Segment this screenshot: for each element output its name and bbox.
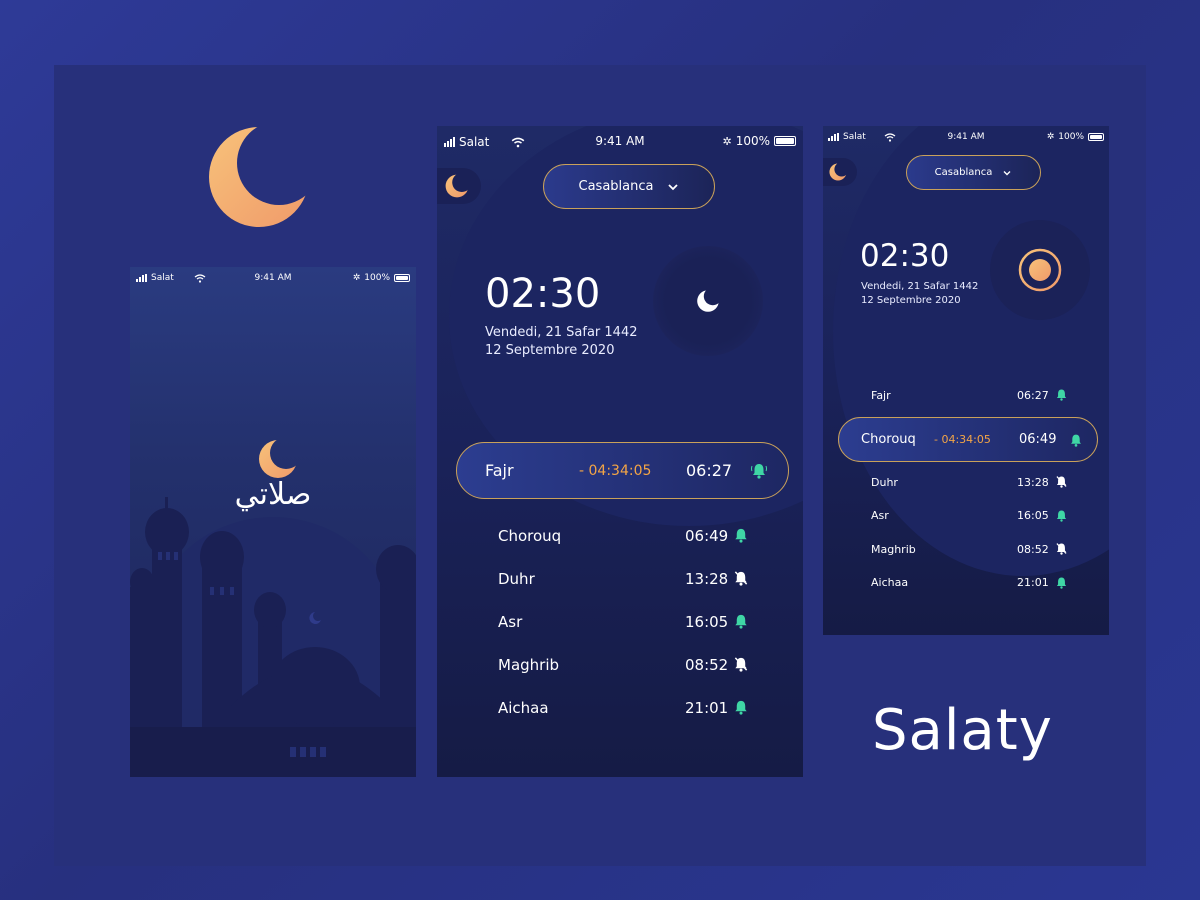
prayer-name: Maghrib xyxy=(871,542,916,556)
current-time: 02:30 xyxy=(485,271,601,317)
battery-label: 100% xyxy=(364,273,390,283)
battery-icon xyxy=(1088,133,1104,141)
bell-off-icon[interactable] xyxy=(733,570,749,590)
bell-on-icon[interactable] xyxy=(1069,433,1083,447)
prayer-row[interactable]: Fajr 06:27 xyxy=(823,384,1109,406)
prayer-row[interactable]: Aichaa 21:01 xyxy=(823,572,1109,594)
prayer-time: 08:52 xyxy=(1017,542,1049,556)
night-indicator xyxy=(653,246,763,356)
theme-toggle-button[interactable] xyxy=(437,168,481,204)
prayer-time: 06:49 xyxy=(1019,432,1057,447)
active-prayer-row[interactable]: Fajr - 04:34:05 06:27 xyxy=(456,442,789,499)
prayer-name: Asr xyxy=(871,509,889,522)
prayer-times-screen: Salat 9:41 AM ✲ 100% Casablanca 02:30 Ve… xyxy=(437,126,803,777)
prayer-row[interactable]: Chorouq 06:49 xyxy=(437,524,803,548)
bell-on-icon[interactable] xyxy=(733,699,749,719)
status-bar: Salat 9:41 AM ✲ 100% xyxy=(130,267,416,291)
prayer-name: Fajr xyxy=(871,388,891,402)
crescent-moon-icon xyxy=(697,290,719,312)
prayer-time: 06:49 xyxy=(685,527,729,545)
status-bar: Salat 9:41 AM ✲ 100% xyxy=(437,126,803,156)
bluetooth-icon: ✲ xyxy=(722,134,732,148)
prayer-name: Fajr xyxy=(485,461,514,480)
prayer-time: 13:28 xyxy=(685,570,729,588)
bell-on-icon[interactable] xyxy=(751,462,767,479)
city-label: Casablanca xyxy=(934,167,993,178)
prayer-name: Duhr xyxy=(498,570,535,588)
city-dropdown[interactable]: Casablanca xyxy=(543,164,715,209)
active-prayer-row[interactable]: Chorouq - 04:34:05 06:49 xyxy=(838,417,1098,462)
status-bar: Salat 9:41 AM ✲ 100% xyxy=(823,126,1109,148)
bell-off-icon[interactable] xyxy=(1055,542,1068,558)
chevron-down-icon xyxy=(1003,170,1011,175)
prayer-row[interactable]: Duhr 13:28 xyxy=(437,567,803,591)
prayer-name: Duhr xyxy=(871,475,898,489)
battery-label: 100% xyxy=(1058,132,1084,142)
prayer-time: 08:52 xyxy=(685,656,729,674)
chevron-down-icon xyxy=(668,183,679,190)
bell-on-icon[interactable] xyxy=(733,613,749,633)
crescent-moon-icon xyxy=(259,440,297,478)
prayer-name: Asr xyxy=(498,613,523,631)
prayer-name: Chorouq xyxy=(861,432,916,447)
bell-on-icon[interactable] xyxy=(733,527,749,547)
gregorian-date: 12 Septembre 2020 xyxy=(485,343,615,358)
prayer-row[interactable]: Aichaa 21:01 xyxy=(437,696,803,720)
prayer-time: 21:01 xyxy=(1017,576,1049,589)
bell-on-icon[interactable] xyxy=(1055,388,1068,401)
crescent-moon-icon xyxy=(829,163,847,181)
prayer-time: 06:27 xyxy=(686,461,733,480)
city-label: Casablanca xyxy=(578,179,654,194)
bluetooth-icon: ✲ xyxy=(352,273,361,283)
theme-toggle-button[interactable] xyxy=(823,158,857,186)
city-dropdown[interactable]: Casablanca xyxy=(906,155,1041,190)
prayer-name: Chorouq xyxy=(498,527,562,545)
crescent-moon-icon xyxy=(445,174,469,198)
bell-on-icon[interactable] xyxy=(1055,509,1068,525)
battery-icon xyxy=(394,274,410,282)
current-time: 02:30 xyxy=(860,238,950,274)
prayer-row[interactable]: Asr 16:05 xyxy=(437,610,803,634)
day-indicator xyxy=(990,220,1090,320)
hijri-date: Vendedi, 21 Safar 1442 xyxy=(485,325,638,340)
app-name-arabic: صلاتي xyxy=(234,477,312,512)
prayer-row[interactable]: Duhr 13:28 xyxy=(823,471,1109,493)
battery-icon xyxy=(774,136,796,146)
splash-screen: Salat 9:41 AM ✲ 100% صلاتي xyxy=(130,267,416,777)
prayer-row[interactable]: Maghrib 08:52 xyxy=(437,653,803,677)
prayer-time: 06:27 xyxy=(1017,388,1049,402)
mosque-silhouette-illustration xyxy=(130,497,416,777)
prayer-time: 16:05 xyxy=(1017,509,1049,522)
gregorian-date: 12 Septembre 2020 xyxy=(861,295,961,306)
prayer-time: 21:01 xyxy=(685,699,729,717)
bell-off-icon[interactable] xyxy=(1055,475,1068,491)
prayer-countdown: - 04:34:05 xyxy=(579,462,652,479)
prayer-name: Aichaa xyxy=(871,576,909,589)
sun-icon xyxy=(1018,248,1062,292)
hijri-date: Vendedi, 21 Safar 1442 xyxy=(861,281,979,292)
prayer-countdown: - 04:34:05 xyxy=(934,433,991,446)
prayer-times-screen-alt: Salat 9:41 AM ✲ 100% Casablanca 02:30 Ve… xyxy=(823,126,1109,635)
prayer-time: 16:05 xyxy=(685,613,729,631)
bell-on-icon[interactable] xyxy=(1055,576,1068,592)
bluetooth-icon: ✲ xyxy=(1046,132,1055,142)
battery-label: 100% xyxy=(735,134,770,148)
brand-title: Salaty xyxy=(872,698,1053,763)
prayer-name: Maghrib xyxy=(498,656,560,674)
bell-off-icon[interactable] xyxy=(733,656,749,676)
crescent-moon-logo-icon xyxy=(209,127,309,227)
prayer-row[interactable]: Asr 16:05 xyxy=(823,505,1109,527)
prayer-name: Aichaa xyxy=(498,699,549,717)
prayer-row[interactable]: Maghrib 08:52 xyxy=(823,538,1109,560)
prayer-time: 13:28 xyxy=(1017,475,1049,489)
